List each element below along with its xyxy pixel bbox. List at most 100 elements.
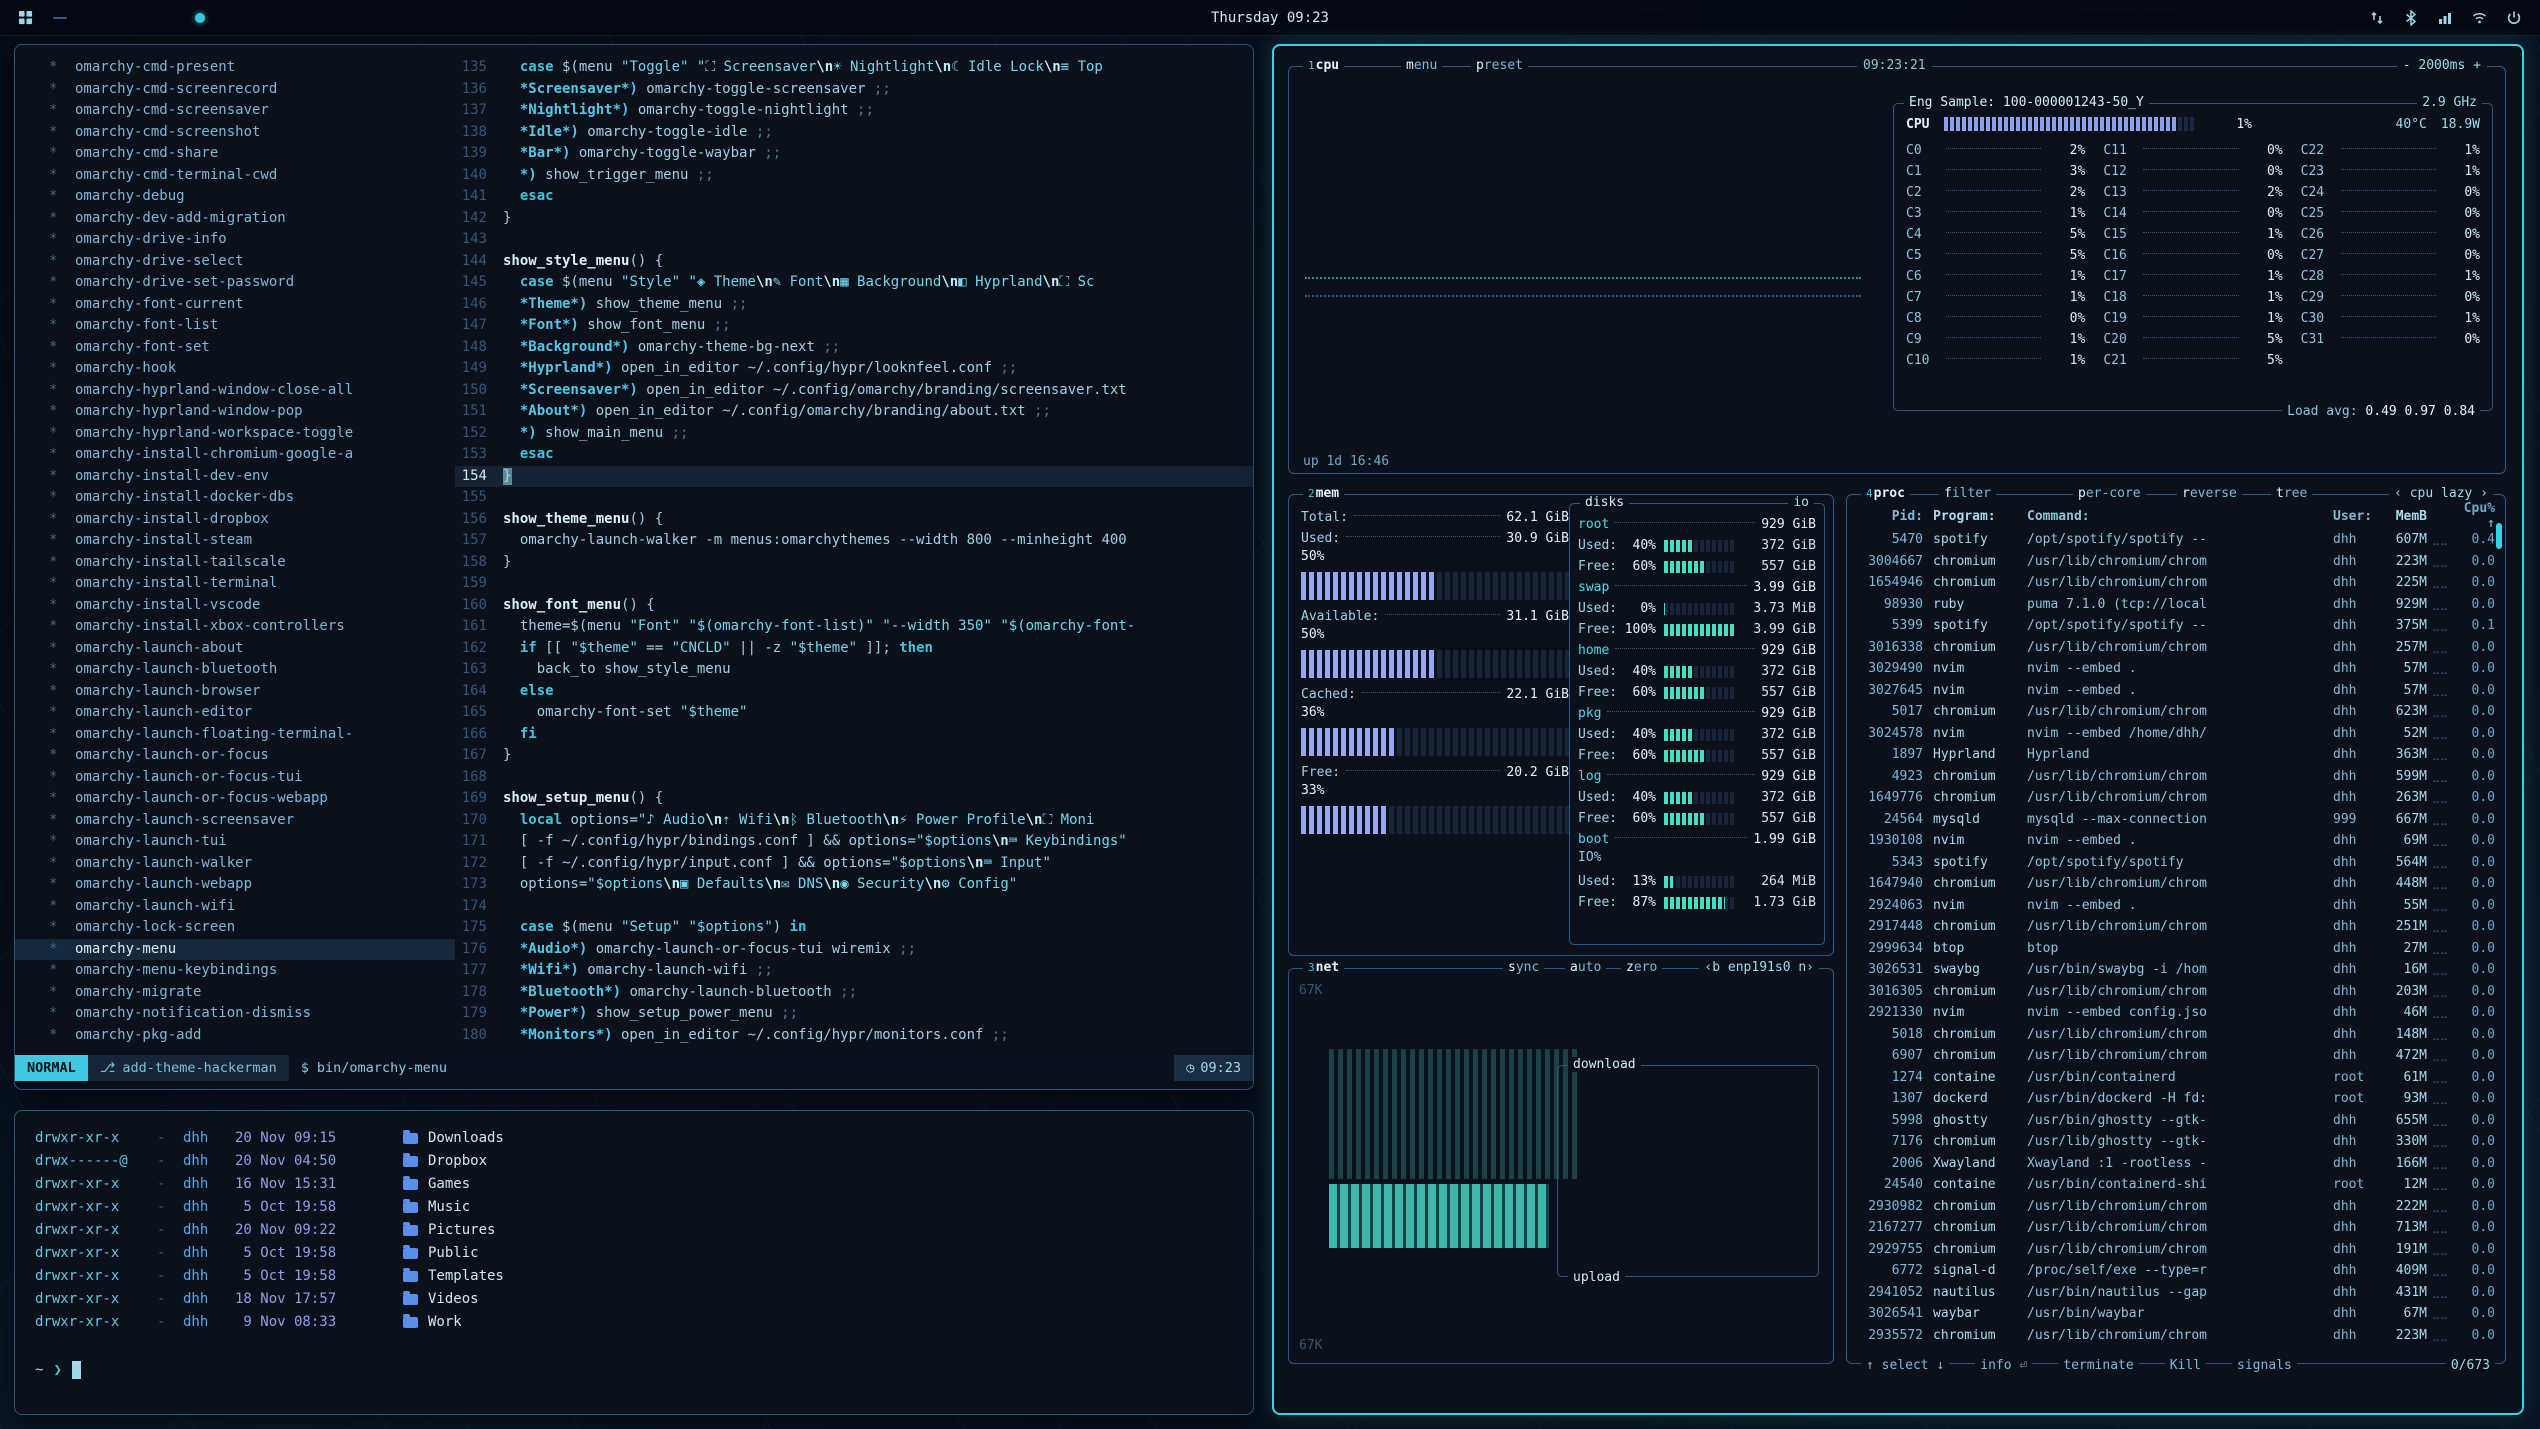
info-control[interactable]: info ⏎ bbox=[1975, 1358, 2032, 1373]
sidebar-file-item[interactable]: * omarchy-debug bbox=[15, 186, 455, 208]
process-row[interactable]: 3004667 chromium /usr/lib/chromium/chrom… bbox=[1857, 551, 2495, 573]
directory-name[interactable]: Public bbox=[428, 1242, 479, 1265]
code-line[interactable]: 145 case $(menu "Style" "◈ Theme\n✎ Font… bbox=[455, 272, 1253, 294]
code-line[interactable]: 156 show_theme_menu() { bbox=[455, 509, 1253, 531]
process-scrollbar[interactable] bbox=[2496, 523, 2502, 549]
process-row[interactable]: 2929755 chromium /usr/lib/chromium/chrom… bbox=[1857, 1239, 2495, 1261]
process-row[interactable]: 2941052 nautilus /usr/bin/nautilus --gap… bbox=[1857, 1282, 2495, 1304]
mem-panel-title[interactable]: 2mem bbox=[1303, 486, 1344, 501]
process-row[interactable]: 2930982 chromium /usr/lib/chromium/chrom… bbox=[1857, 1196, 2495, 1218]
sidebar-file-item[interactable]: * omarchy-menu-keybindings bbox=[15, 960, 455, 982]
preset-button[interactable]: preset bbox=[1471, 58, 1528, 73]
sidebar-file-item[interactable]: * omarchy-launch-floating-terminal- bbox=[15, 724, 455, 746]
workspace-button[interactable] bbox=[125, 17, 139, 19]
reverse-button[interactable]: reverse bbox=[2177, 486, 2242, 501]
sidebar-file-item[interactable]: * omarchy-launch-editor bbox=[15, 702, 455, 724]
process-row[interactable]: 98930 ruby puma 7.1.0 (tcp://local dhh 9… bbox=[1857, 594, 2495, 616]
sidebar-file-item[interactable]: * omarchy-launch-tui bbox=[15, 831, 455, 853]
code-line[interactable]: 178 *Bluetooth*) omarchy-launch-bluetoot… bbox=[455, 982, 1253, 1004]
sidebar-file-item[interactable]: * omarchy-pkg-add bbox=[15, 1025, 455, 1047]
interval-control[interactable]: - 2000ms + bbox=[2397, 58, 2487, 73]
select-control[interactable]: ↑ select ↓ bbox=[1861, 1358, 1949, 1373]
directory-name[interactable]: Videos bbox=[428, 1288, 479, 1311]
sidebar-file-item[interactable]: * omarchy-launch-or-focus-webapp bbox=[15, 788, 455, 810]
screenshare-icon[interactable] bbox=[2369, 10, 2385, 26]
code-line[interactable]: 153 esac bbox=[455, 444, 1253, 466]
process-row[interactable]: 2924063 nvim nvim --embed . dhh 55M 0.0 bbox=[1857, 895, 2495, 917]
process-row[interactable]: 5998 ghostty /usr/bin/ghostty --gtk- dhh… bbox=[1857, 1110, 2495, 1132]
sidebar-file-item[interactable]: * omarchy-install-dropbox bbox=[15, 509, 455, 531]
sidebar-file-item[interactable]: * omarchy-font-set bbox=[15, 337, 455, 359]
process-row[interactable]: 3027645 nvim nvim --embed . dhh 57M 0.0 bbox=[1857, 680, 2495, 702]
directory-name[interactable]: Dropbox bbox=[428, 1150, 487, 1173]
signals-control[interactable]: signals bbox=[2232, 1358, 2297, 1373]
code-line[interactable]: 167 } bbox=[455, 745, 1253, 767]
code-line[interactable]: 158 } bbox=[455, 552, 1253, 574]
io-toggle[interactable]: io bbox=[1788, 495, 1814, 510]
sidebar-file-item[interactable]: * omarchy-drive-select bbox=[15, 251, 455, 273]
git-branch[interactable]: ⎇ add-theme-hackerman bbox=[88, 1055, 289, 1081]
process-row[interactable]: 5470 spotify /opt/spotify/spotify -- dhh… bbox=[1857, 529, 2495, 551]
code-line[interactable]: 140 *) show_trigger_menu ;; bbox=[455, 165, 1253, 187]
process-row[interactable]: 6772 signal-d /proc/self/exe --type=r dh… bbox=[1857, 1260, 2495, 1282]
code-line[interactable]: 150 *Screensaver*) open_in_editor ~/.con… bbox=[455, 380, 1253, 402]
sidebar-file-item[interactable]: * omarchy-install-chromium-google-a bbox=[15, 444, 455, 466]
sidebar-file-item[interactable]: * omarchy-launch-or-focus bbox=[15, 745, 455, 767]
tree-button[interactable]: tree bbox=[2271, 486, 2312, 501]
sidebar-file-item[interactable]: * omarchy-font-list bbox=[15, 315, 455, 337]
sidebar-file-item[interactable]: * omarchy-install-vscode bbox=[15, 595, 455, 617]
workspace-button[interactable] bbox=[161, 17, 175, 19]
sidebar-file-item[interactable]: * omarchy-launch-browser bbox=[15, 681, 455, 703]
filter-button[interactable]: filter bbox=[1939, 486, 1996, 501]
sidebar-file-item[interactable]: * omarchy-cmd-share bbox=[15, 143, 455, 165]
cpu-panel-title[interactable]: 1cpu bbox=[1303, 58, 1344, 73]
code-line[interactable]: 154 } bbox=[455, 466, 1253, 488]
sidebar-file-item[interactable]: * omarchy-install-docker-dbs bbox=[15, 487, 455, 509]
code-line[interactable]: 164 else bbox=[455, 681, 1253, 703]
process-row[interactable]: 1307 dockerd /usr/bin/dockerd -H fd: roo… bbox=[1857, 1088, 2495, 1110]
directory-name[interactable]: Pictures bbox=[428, 1219, 495, 1242]
code-line[interactable]: 169 show_setup_menu() { bbox=[455, 788, 1253, 810]
code-line[interactable]: 157 omarchy-launch-walker -m menus:omarc… bbox=[455, 530, 1253, 552]
directory-name[interactable]: Music bbox=[428, 1196, 470, 1219]
code-line[interactable]: 144 show_style_menu() { bbox=[455, 251, 1253, 273]
process-row[interactable]: 1274 containe /usr/bin/containerd root 6… bbox=[1857, 1067, 2495, 1089]
process-row[interactable]: 1897 Hyprland Hyprland dhh 363M 0.0 bbox=[1857, 744, 2495, 766]
sidebar-file-item[interactable]: * omarchy-menu bbox=[15, 939, 455, 961]
process-row[interactable]: 2935572 chromium /usr/lib/chromium/chrom… bbox=[1857, 1325, 2495, 1347]
sidebar-file-item[interactable]: * omarchy-launch-about bbox=[15, 638, 455, 660]
process-row[interactable]: 2167277 chromium /usr/lib/chromium/chrom… bbox=[1857, 1217, 2495, 1239]
code-line[interactable]: 174 bbox=[455, 896, 1253, 918]
process-row[interactable]: 7176 chromium /usr/lib/ghostty --gtk- dh… bbox=[1857, 1131, 2495, 1153]
sidebar-file-item[interactable]: * omarchy-install-dev-env bbox=[15, 466, 455, 488]
sidebar-file-item[interactable]: * omarchy-cmd-screenrecord bbox=[15, 79, 455, 101]
process-row[interactable]: 5017 chromium /usr/lib/chromium/chrom dh… bbox=[1857, 701, 2495, 723]
process-row[interactable]: 24540 containe /usr/bin/containerd-shi r… bbox=[1857, 1174, 2495, 1196]
code-line[interactable]: 161 theme=$(menu "Font" "$(omarchy-font-… bbox=[455, 616, 1253, 638]
code-line[interactable]: 166 fi bbox=[455, 724, 1253, 746]
process-row[interactable]: 2917448 chromium /usr/lib/chromium/chrom… bbox=[1857, 916, 2495, 938]
code-line[interactable]: 177 *Wifi*) omarchy-launch-wifi ;; bbox=[455, 960, 1253, 982]
process-row[interactable]: 5343 spotify /opt/spotify/spotify dhh 56… bbox=[1857, 852, 2495, 874]
process-row[interactable]: 1654946 chromium /usr/lib/chromium/chrom… bbox=[1857, 572, 2495, 594]
code-line[interactable]: 151 *About*) open_in_editor ~/.config/om… bbox=[455, 401, 1253, 423]
directory-name[interactable]: Work bbox=[428, 1311, 462, 1334]
code-line[interactable]: 159 bbox=[455, 573, 1253, 595]
process-row[interactable]: 1930108 nvim nvim --embed . dhh 69M 0.0 bbox=[1857, 830, 2495, 852]
kill-control[interactable]: Kill bbox=[2165, 1358, 2206, 1373]
code-line[interactable]: 168 bbox=[455, 767, 1253, 789]
sidebar-file-item[interactable]: * omarchy-cmd-screensaver bbox=[15, 100, 455, 122]
code-line[interactable]: 137 *Nightlight*) omarchy-toggle-nightli… bbox=[455, 100, 1253, 122]
per-core-button[interactable]: per-core bbox=[2073, 486, 2146, 501]
code-line[interactable]: 179 *Power*) show_setup_power_menu ;; bbox=[455, 1003, 1253, 1025]
code-line[interactable]: 173 options="$options\n▣ Defaults\n✉ DNS… bbox=[455, 874, 1253, 896]
zero-button[interactable]: zero bbox=[1621, 960, 1662, 975]
process-row[interactable]: 6907 chromium /usr/lib/chromium/chrom dh… bbox=[1857, 1045, 2495, 1067]
code-line[interactable]: 149 *Hyprland*) open_in_editor ~/.config… bbox=[455, 358, 1253, 380]
code-line[interactable]: 175 case $(menu "Setup" "$options") in bbox=[455, 917, 1253, 939]
sidebar-file-item[interactable]: * omarchy-hyprland-window-close-all bbox=[15, 380, 455, 402]
process-row[interactable]: 3016338 chromium /usr/lib/chromium/chrom… bbox=[1857, 637, 2495, 659]
sidebar-file-item[interactable]: * omarchy-hyprland-workspace-toggle bbox=[15, 423, 455, 445]
directory-name[interactable]: Games bbox=[428, 1173, 470, 1196]
sidebar-file-item[interactable]: * omarchy-hyprland-window-pop bbox=[15, 401, 455, 423]
